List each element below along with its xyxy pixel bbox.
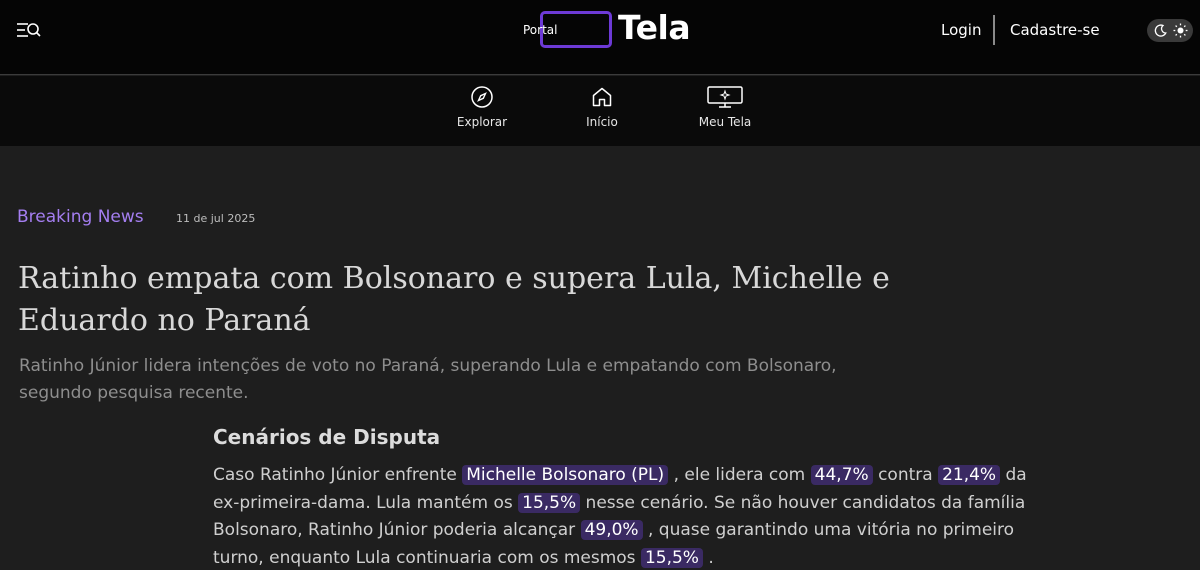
highlight-chip: 44,7% — [810, 465, 873, 485]
menu-search-icon[interactable] — [16, 20, 42, 42]
highlight-chip: 49,0% — [580, 520, 643, 540]
highlight-chip: Michelle Bolsonaro (PL) — [462, 465, 669, 485]
logo-portal-text: Portal — [523, 23, 558, 37]
nav-inicio[interactable]: Início — [572, 76, 632, 146]
header-divider — [993, 15, 995, 45]
highlight-chip: 15,5% — [518, 492, 581, 513]
paragraph-text: contra — [872, 465, 939, 485]
nav-inicio-label: Início — [586, 115, 618, 129]
nav-meu-tela-label: Meu Tela — [698, 115, 752, 129]
article-date: 11 de jul 2025 — [176, 212, 256, 225]
article-subtitle: Ratinho Júnior lidera intenções de voto … — [19, 356, 837, 403]
main-nav: Explorar Início Meu Tela — [0, 76, 1200, 146]
top-header: Portal Tela Login Cadastre-se — [0, 0, 1200, 75]
sun-icon — [1173, 23, 1188, 38]
section-title: Cenários de Disputa — [213, 425, 441, 449]
article-headline: Ratinho empata com Bolsonaro e supera Lu… — [18, 261, 890, 338]
article-paragraph: Caso Ratinho Júnior enfrente Michelle Bo… — [213, 462, 1033, 570]
compass-icon — [471, 86, 493, 108]
home-icon — [592, 87, 612, 107]
paragraph-text: , ele lidera com — [668, 465, 811, 485]
paragraph-text: Caso Ratinho Júnior enfrente — [213, 465, 463, 485]
monitor-icon — [707, 86, 743, 108]
moon-icon — [1154, 24, 1167, 37]
theme-toggle[interactable] — [1147, 19, 1193, 42]
category-link[interactable]: Breaking News — [17, 207, 144, 227]
signup-link[interactable]: Cadastre-se — [1010, 21, 1100, 39]
nav-explorar[interactable]: Explorar — [452, 76, 512, 146]
highlight-chip: 21,4% — [938, 465, 1001, 485]
logo-tela-text: Tela — [618, 8, 691, 47]
login-link[interactable]: Login — [941, 21, 981, 39]
paragraph-text: . — [702, 547, 714, 568]
nav-explorar-label: Explorar — [456, 115, 508, 129]
nav-meu-tela[interactable]: Meu Tela — [690, 76, 760, 146]
site-logo[interactable]: Portal Tela — [520, 8, 691, 50]
highlight-chip: 15,5% — [640, 547, 703, 568]
